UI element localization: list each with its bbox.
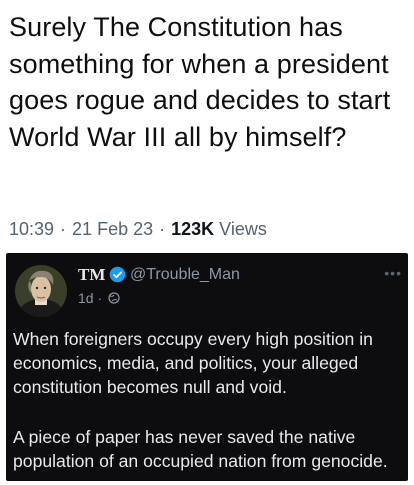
tweet-time[interactable]: 10:39 [9, 219, 54, 239]
tweet-meta: 10:39 · 21 Feb 23 · 123K Views [9, 219, 267, 240]
globe-icon [108, 292, 120, 304]
user-handle[interactable]: @Trouble_Man [130, 266, 240, 284]
views-label: Views [219, 219, 267, 239]
main-tweet: Surely The Constitution has something fo… [0, 0, 414, 251]
more-icon[interactable]: ••• [384, 265, 402, 281]
post-age-text: 1d [78, 290, 94, 306]
quoted-post-body: When foreigners occupy every high positi… [13, 327, 407, 481]
quoted-post[interactable]: TM @Trouble_Man ••• 1d · When foreigners… [6, 253, 408, 481]
meta-separator: · [159, 219, 166, 239]
post-age: 1d · [78, 290, 103, 306]
views-count[interactable]: 123K [171, 219, 214, 239]
tweet-text: Surely The Constitution has something fo… [9, 12, 391, 152]
quoted-paragraph: A piece of paper has never saved the nat… [13, 427, 388, 471]
verified-badge-icon [109, 266, 126, 283]
tweet-date[interactable]: 21 Feb 23 [72, 219, 153, 239]
meta-separator: · [60, 219, 67, 239]
avatar[interactable] [15, 265, 67, 317]
user-name[interactable]: TM [78, 265, 105, 285]
quoted-paragraph: When foreigners occupy every high positi… [13, 329, 373, 397]
